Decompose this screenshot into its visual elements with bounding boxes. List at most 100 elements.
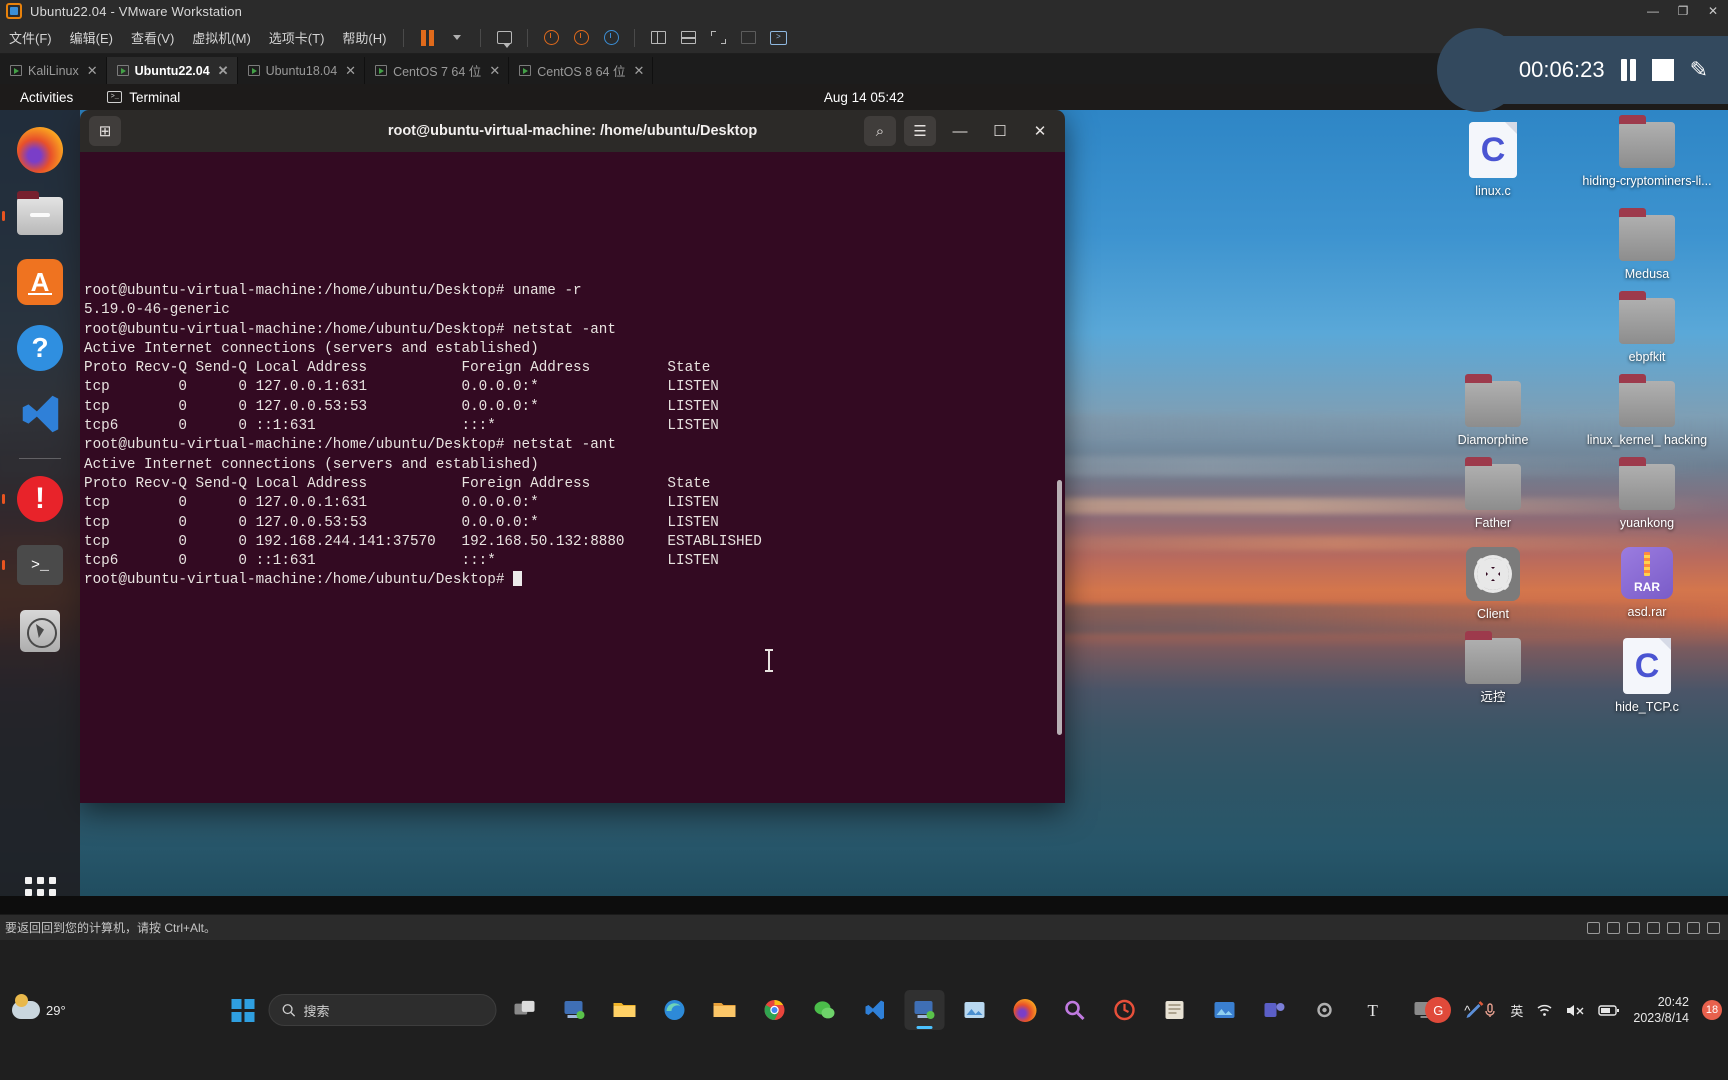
- notification-badge[interactable]: 18: [1702, 1000, 1722, 1020]
- recorder-annotate-icon[interactable]: ✎: [1690, 57, 1708, 83]
- cdrom-icon[interactable]: [1607, 921, 1620, 934]
- active-app-indicator[interactable]: >_ Terminal: [107, 90, 180, 105]
- desktop-icon-diamorphine[interactable]: Diamorphine: [1420, 373, 1566, 454]
- taskbar-file-explorer[interactable]: [605, 990, 645, 1030]
- usb-icon[interactable]: [1647, 921, 1660, 934]
- menu-tabs[interactable]: 选项卡(T): [260, 22, 334, 54]
- vm-tab-close-icon[interactable]: ✕: [345, 63, 356, 79]
- start-button-icon[interactable]: [231, 998, 255, 1022]
- taskbar-chrome[interactable]: [755, 990, 795, 1030]
- show-applications-icon[interactable]: [24, 877, 56, 896]
- desktop-icon-hide-tcp-c[interactable]: C hide_TCP.c: [1574, 630, 1720, 721]
- taskbar-clock-app[interactable]: [1105, 990, 1145, 1030]
- desktop-icon-linux-kernel-hacking[interactable]: linux_kernel_ hacking: [1574, 373, 1720, 454]
- vm-tab-centos7[interactable]: CentOS 7 64 位 ✕: [365, 57, 510, 84]
- taskbar-search-box[interactable]: 搜索: [268, 994, 497, 1026]
- taskbar-firefox[interactable]: [1005, 990, 1045, 1030]
- battery-icon[interactable]: [1598, 1003, 1620, 1017]
- taskbar-teams[interactable]: [1255, 990, 1295, 1030]
- taskbar-sharex[interactable]: [1205, 990, 1245, 1030]
- dock-item-help[interactable]: ?: [14, 322, 66, 374]
- show-hidden-icons-chevron[interactable]: ^: [1464, 1003, 1470, 1018]
- taskbar-vmware-active[interactable]: [904, 990, 945, 1030]
- network-adapter-icon[interactable]: [1627, 921, 1640, 934]
- vm-tab-close-icon[interactable]: ✕: [87, 63, 98, 79]
- terminal-scrollbar[interactable]: [1057, 480, 1062, 735]
- taskbar-vscode[interactable]: [855, 990, 895, 1030]
- vm-tab-kalilinux[interactable]: KaliLinux ✕: [0, 57, 107, 84]
- desktop-icon-asd-rar[interactable]: RAR asd.rar: [1574, 539, 1720, 628]
- gnome-clock[interactable]: Aug 14 05:42: [824, 90, 904, 105]
- console-terminal-icon[interactable]: >: [765, 25, 791, 51]
- dock-item-vscode[interactable]: [14, 388, 66, 440]
- volume-muted-icon[interactable]: [1566, 1003, 1585, 1018]
- display-icon[interactable]: [1707, 921, 1720, 934]
- menu-vm[interactable]: 虚拟机(M): [183, 22, 260, 54]
- wifi-icon[interactable]: [1536, 1003, 1553, 1018]
- task-view-button[interactable]: [505, 990, 545, 1030]
- taskbar-edge[interactable]: [655, 990, 695, 1030]
- taskbar-vmware-icon[interactable]: [555, 990, 595, 1030]
- desktop-icon-yuankong-cn[interactable]: 远控: [1420, 630, 1566, 721]
- close-button[interactable]: ✕: [1698, 0, 1728, 22]
- show-sidebar-icon[interactable]: [645, 25, 671, 51]
- snapshot-manager-icon[interactable]: [598, 25, 624, 51]
- desktop-icon-hiding-cryptominers[interactable]: hiding-cryptominers-li...: [1574, 114, 1720, 205]
- recorder-stop-button[interactable]: [1651, 59, 1674, 81]
- dock-item-files[interactable]: [14, 190, 66, 242]
- vm-tab-centos8[interactable]: CentOS 8 64 位 ✕: [509, 57, 654, 84]
- desktop-icon-yuankong[interactable]: yuankong: [1574, 456, 1720, 537]
- vm-tab-ubuntu1804[interactable]: Ubuntu18.04 ✕: [238, 57, 366, 84]
- desktop-icon-ebpfkit[interactable]: ebpfkit: [1574, 290, 1720, 371]
- taskbar-clock[interactable]: 20:42 2023/8/14: [1633, 994, 1689, 1026]
- desktop-icon-father[interactable]: Father: [1420, 456, 1566, 537]
- menu-help[interactable]: 帮助(H): [333, 22, 395, 54]
- terminal-minimize-button[interactable]: —: [944, 116, 976, 146]
- printer-icon[interactable]: [1687, 921, 1700, 934]
- terminal-maximize-button[interactable]: ☐: [984, 116, 1016, 146]
- terminal-close-button[interactable]: ✕: [1024, 116, 1056, 146]
- ime-indicator[interactable]: 英: [1510, 1001, 1523, 1020]
- take-snapshot-icon[interactable]: [538, 25, 564, 51]
- weather-widget[interactable]: 29°: [0, 994, 66, 1019]
- show-console-view-icon[interactable]: [675, 25, 701, 51]
- menu-file[interactable]: 文件(F): [0, 22, 61, 54]
- desktop-icon-linux-c[interactable]: C linux.c: [1420, 114, 1566, 205]
- taskbar-settings[interactable]: [1305, 990, 1345, 1030]
- vm-tab-close-icon[interactable]: ✕: [218, 63, 229, 79]
- dock-item-software[interactable]: A: [14, 256, 66, 308]
- chevron-down-icon[interactable]: [444, 25, 470, 51]
- desktop-icon-client[interactable]: Client: [1420, 539, 1566, 628]
- taskbar-search-tool[interactable]: [1055, 990, 1095, 1030]
- taskbar-word[interactable]: T: [1355, 990, 1395, 1030]
- menu-view[interactable]: 查看(V): [122, 22, 183, 54]
- revert-snapshot-icon[interactable]: [568, 25, 594, 51]
- taskbar-explorer-2[interactable]: [705, 990, 745, 1030]
- microphone-icon[interactable]: [1483, 1002, 1497, 1018]
- taskbar-notes[interactable]: [1155, 990, 1195, 1030]
- menu-edit[interactable]: 编辑(E): [61, 22, 122, 54]
- vm-tab-close-icon[interactable]: ✕: [489, 63, 500, 79]
- hamburger-menu-button[interactable]: ☰: [904, 116, 936, 146]
- dock-item-trash[interactable]: [14, 605, 66, 657]
- taskbar-photos[interactable]: [955, 990, 995, 1030]
- pause-vm-icon[interactable]: [414, 25, 440, 51]
- desktop-icon-medusa[interactable]: Medusa: [1574, 207, 1720, 288]
- google-plus-icon[interactable]: G: [1425, 997, 1452, 1023]
- recorder-pause-button[interactable]: [1620, 59, 1636, 81]
- maximize-button[interactable]: ❐: [1668, 0, 1698, 22]
- vm-tab-close-icon[interactable]: ✕: [633, 63, 644, 79]
- dock-item-alert[interactable]: !: [14, 473, 66, 525]
- activities-button[interactable]: Activities: [0, 90, 85, 105]
- hard-disk-icon[interactable]: [1587, 921, 1600, 934]
- taskbar-wechat[interactable]: [805, 990, 845, 1030]
- minimize-button[interactable]: —: [1638, 0, 1668, 22]
- vm-tab-ubuntu2204[interactable]: Ubuntu22.04 ✕: [106, 57, 238, 84]
- send-ctrl-alt-del-icon[interactable]: [491, 25, 517, 51]
- fullscreen-icon[interactable]: [705, 25, 731, 51]
- terminal-output[interactable]: root@ubuntu-virtual-machine:/home/ubuntu…: [80, 152, 1065, 803]
- new-tab-button[interactable]: ⊞: [89, 116, 121, 146]
- dock-item-firefox[interactable]: [14, 124, 66, 176]
- sound-card-icon[interactable]: [1667, 921, 1680, 934]
- dock-item-terminal[interactable]: >_: [14, 539, 66, 591]
